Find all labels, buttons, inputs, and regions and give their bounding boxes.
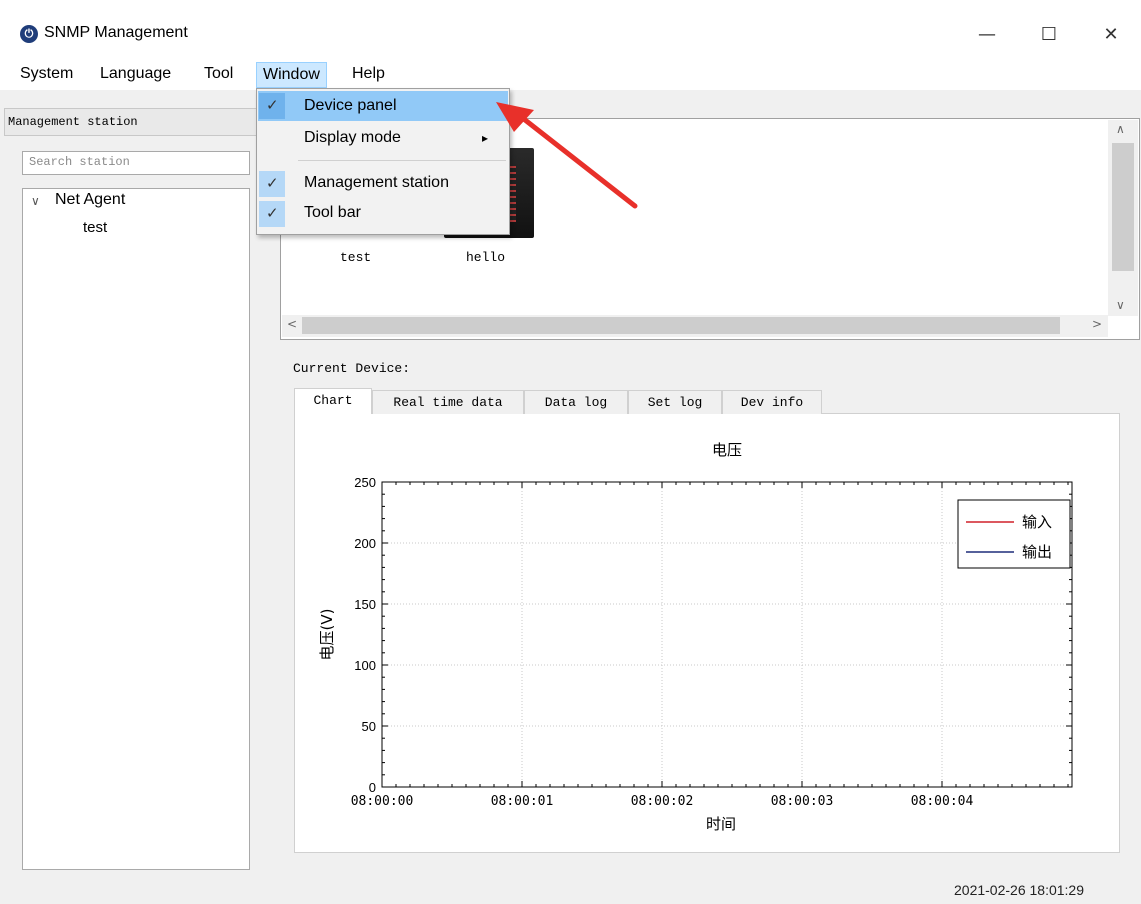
chart-title: 电压 — [712, 441, 742, 459]
menu-tool[interactable]: Tool — [198, 62, 239, 86]
chart-legend — [957, 499, 1071, 569]
tab-data-log[interactable]: Data log — [524, 390, 628, 414]
legend-entry: 输入 — [1022, 513, 1052, 531]
y-tick-label: 0 — [369, 780, 376, 795]
y-tick-label: 100 — [354, 658, 376, 673]
status-datetime: 2021-02-26 18:01:29 — [954, 882, 1084, 898]
menu-separator — [298, 160, 506, 161]
menu-window[interactable]: Window — [256, 62, 327, 88]
current-device-label: Current Device: — [293, 361, 411, 376]
check-icon: ✓ — [266, 174, 279, 192]
menu-item-display-mode[interactable]: Display mode — [304, 129, 401, 147]
tab-set-log[interactable]: Set log — [628, 390, 722, 414]
x-tick-label: 08:00:02 — [631, 794, 694, 809]
vertical-scroll-thumb[interactable] — [1112, 143, 1134, 271]
check-icon: ✓ — [266, 96, 279, 114]
legend-entry: 输出 — [1022, 543, 1052, 561]
x-axis-label: 时间 — [706, 815, 736, 833]
y-tick-label: 50 — [362, 719, 376, 734]
x-tick-label: 08:00:03 — [771, 794, 834, 809]
check-icon: ✓ — [266, 204, 279, 222]
scroll-right-icon[interactable]: > — [1092, 317, 1102, 331]
menu-item-tool-bar[interactable]: Tool bar — [304, 204, 361, 222]
menu-system[interactable]: System — [14, 62, 79, 86]
y-tick-label: 250 — [354, 475, 376, 490]
tab-real-time-data[interactable]: Real time data — [372, 390, 524, 414]
scroll-down-icon[interactable]: ∨ — [1116, 298, 1125, 312]
tree-item-test[interactable]: test — [83, 219, 107, 236]
x-tick-label: 08:00:04 — [911, 794, 974, 809]
minimize-button[interactable]: — — [964, 20, 1010, 50]
scroll-up-icon[interactable]: ∧ — [1116, 122, 1125, 136]
y-axis-label: 电压(V) — [318, 609, 336, 661]
menu-item-management-station[interactable]: Management station — [304, 174, 449, 192]
tab-dev-info[interactable]: Dev info — [722, 390, 822, 414]
red-arrow-annotation — [496, 102, 638, 209]
tree-item-net-agent[interactable]: Net Agent — [55, 191, 125, 209]
window-title: SNMP Management — [44, 24, 188, 41]
device-label-test[interactable]: test — [340, 250, 371, 265]
x-tick-label: 08:00:01 — [491, 794, 554, 809]
horizontal-scroll-thumb[interactable] — [302, 317, 1060, 334]
search-station-input[interactable]: Search station — [22, 151, 250, 175]
device-label-hello[interactable]: hello — [466, 250, 505, 265]
x-tick-label: 08:00:00 — [351, 794, 414, 809]
tab-chart[interactable]: Chart — [294, 388, 372, 414]
menu-item-device-panel[interactable]: Device panel — [304, 97, 397, 115]
scroll-left-icon[interactable]: < — [287, 317, 297, 331]
y-tick-label: 150 — [354, 597, 376, 612]
menu-help[interactable]: Help — [346, 62, 391, 86]
chevron-down-icon[interactable]: ∨ — [31, 194, 40, 208]
station-tree — [22, 188, 250, 870]
y-tick-label: 200 — [354, 536, 376, 551]
menu-language[interactable]: Language — [94, 62, 177, 86]
maximize-button[interactable]: ☐ — [1026, 20, 1072, 50]
management-station-title: Management station — [8, 115, 138, 129]
voltage-chart: 电压 0 50 100 150 200 250 08:00:00 08:00:01 08:00:0… — [318, 441, 1073, 833]
close-button[interactable]: ✕ — [1088, 20, 1134, 50]
app-logo-icon: ⏻ — [20, 25, 38, 43]
